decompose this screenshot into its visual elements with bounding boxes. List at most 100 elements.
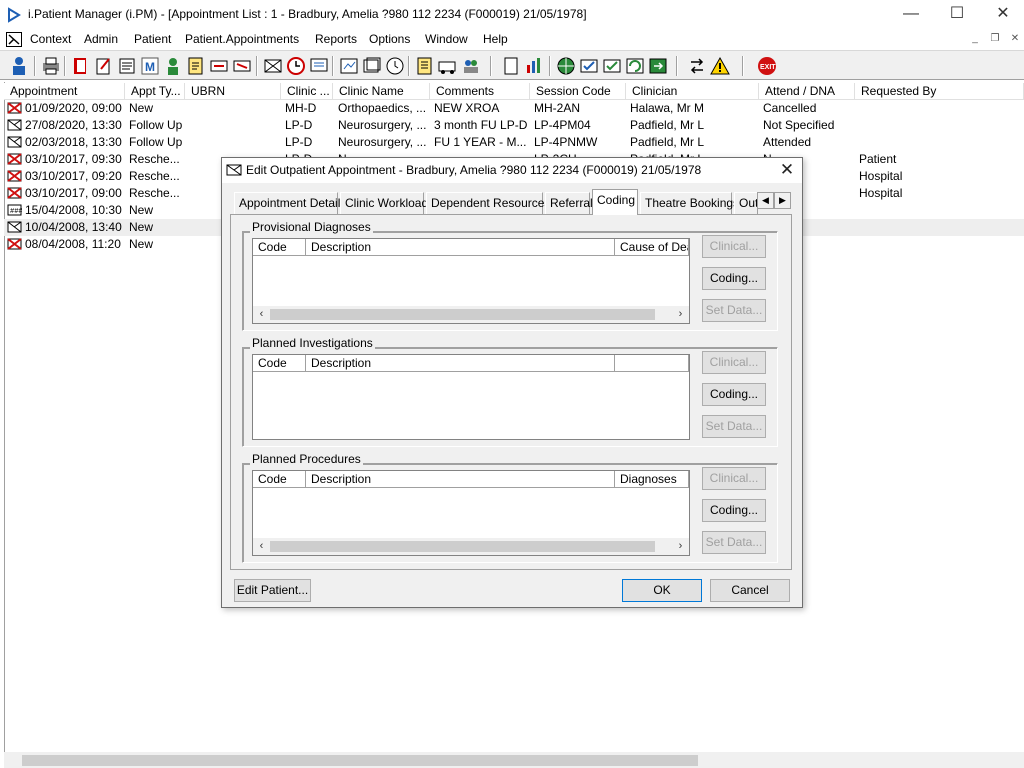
swap-icon[interactable] <box>686 55 708 77</box>
column-ubrn[interactable]: UBRN <box>185 83 281 100</box>
tab-appointment-details[interactable]: Appointment Details <box>234 192 346 214</box>
procedures-scrollbar[interactable]: ‹ › <box>253 538 689 555</box>
column-appointment[interactable]: Appointment <box>4 83 125 100</box>
investigations-set-data-button[interactable]: Set Data... <box>702 415 766 438</box>
grid-column-description[interactable]: Description <box>306 471 615 488</box>
scrollbar-thumb[interactable] <box>270 309 655 320</box>
column-session-code[interactable]: Session Code <box>530 83 626 100</box>
tab-scroll-left-icon[interactable]: ◀ <box>757 192 774 209</box>
table-row[interactable]: 02/03/2018, 13:30 Follow Up LP-D Neurosurge… <box>4 134 1024 151</box>
mdi-restore-button[interactable]: ❐ <box>986 32 1004 46</box>
team-icon[interactable] <box>460 55 482 77</box>
diagnoses-clinical-button[interactable]: Clinical... <box>702 235 766 258</box>
close-window-button[interactable]: ✕ <box>980 0 1024 30</box>
column-attend-dna[interactable]: Attend / DNA <box>759 83 855 100</box>
menu-help[interactable]: Help <box>483 32 508 46</box>
menu-context[interactable]: Context <box>30 32 71 46</box>
grid-column-code[interactable]: Code <box>253 471 306 488</box>
tab-scroll-right-icon[interactable]: ▶ <box>774 192 791 209</box>
scrollbar-thumb[interactable] <box>22 755 698 766</box>
bar-chart-icon[interactable] <box>523 55 545 77</box>
menu-patient-appointments[interactable]: Patient.Appointments <box>185 32 299 46</box>
blank-page-icon[interactable] <box>500 55 522 77</box>
letters-icon[interactable] <box>361 55 383 77</box>
grid-column-description[interactable]: Description <box>306 239 615 256</box>
table-row[interactable]: 01/09/2020, 09:00 New MH-D Orthopaedics, ..… <box>4 100 1024 117</box>
grid-column-extra[interactable] <box>615 355 689 372</box>
planned-procedures-grid[interactable]: Code Description Diagnoses ‹ › <box>252 470 690 556</box>
edit-patient-button[interactable]: Edit Patient... <box>234 579 311 602</box>
edit-document-icon[interactable] <box>93 55 115 77</box>
notes-icon[interactable] <box>185 55 207 77</box>
tab-referral[interactable]: Referral <box>545 192 593 214</box>
list-horizontal-scrollbar[interactable] <box>4 752 1024 768</box>
cancel-button[interactable]: Cancel <box>710 579 790 602</box>
checklist-icon[interactable] <box>578 55 600 77</box>
ambulance-icon[interactable] <box>437 55 459 77</box>
approve-icon[interactable] <box>601 55 623 77</box>
report-icon[interactable] <box>338 55 360 77</box>
diagnoses-scrollbar[interactable]: ‹ › <box>253 306 689 323</box>
diagnoses-set-data-button[interactable]: Set Data... <box>702 299 766 322</box>
procedures-clinical-button[interactable]: Clinical... <box>702 467 766 490</box>
cancel-appointment-icon[interactable] <box>262 55 284 77</box>
doctor-icon[interactable] <box>162 55 184 77</box>
document-list-icon[interactable] <box>116 55 138 77</box>
grid-column-description[interactable]: Description <box>306 355 615 372</box>
flag-icon[interactable] <box>231 55 253 77</box>
scrollbar-thumb[interactable] <box>270 541 655 552</box>
warning-icon[interactable] <box>709 55 731 77</box>
planned-investigations-grid[interactable]: Code Description <box>252 354 690 440</box>
tab-dependent-resources[interactable]: Dependent Resources <box>426 192 550 214</box>
column-clinician[interactable]: Clinician <box>626 83 759 100</box>
tab-clinic-workload[interactable]: Clinic Workload <box>340 192 428 214</box>
table-row[interactable]: 27/08/2020, 13:30 Follow Up LP-D Neurosurge… <box>4 117 1024 134</box>
procedures-set-data-button[interactable]: Set Data... <box>702 531 766 554</box>
diagnoses-coding-button[interactable]: Coding... <box>702 267 766 290</box>
mdi-minimize-button[interactable]: _ <box>966 32 984 46</box>
tab-coding[interactable]: Coding <box>592 189 638 215</box>
grid-column-cause-of-death[interactable]: Cause of Deat <box>615 239 689 256</box>
column-appt-type[interactable]: Appt Ty... <box>125 83 185 100</box>
scroll-left-icon[interactable]: ‹ <box>253 538 270 555</box>
scroll-right-icon[interactable]: › <box>672 538 689 555</box>
scroll-left-icon[interactable]: ‹ <box>253 306 270 323</box>
investigations-coding-button[interactable]: Coding... <box>702 383 766 406</box>
refresh-green-icon[interactable] <box>624 55 646 77</box>
minimize-button[interactable]: — <box>888 0 934 30</box>
history-icon[interactable] <box>384 55 406 77</box>
menu-admin[interactable]: Admin <box>84 32 118 46</box>
grid-column-code[interactable]: Code <box>253 355 306 372</box>
transfer-icon[interactable] <box>208 55 230 77</box>
print-icon[interactable] <box>40 55 62 77</box>
sync-icon[interactable] <box>647 55 669 77</box>
menu-reports[interactable]: Reports <box>315 32 357 46</box>
procedures-coding-button[interactable]: Coding... <box>702 499 766 522</box>
menu-options[interactable]: Options <box>369 32 410 46</box>
grid-column-code[interactable]: Code <box>253 239 306 256</box>
provisional-diagnoses-grid[interactable]: Code Description Cause of Deat ‹ › <box>252 238 690 324</box>
column-requested-by[interactable]: Requested By <box>855 83 1024 100</box>
tab-theatre-bookings[interactable]: Theatre Bookings <box>640 192 739 214</box>
exit-icon[interactable]: EXIT <box>756 55 778 77</box>
child-window-icon[interactable] <box>6 32 22 47</box>
column-clinic[interactable]: Clinic ... <box>281 83 333 100</box>
book-icon[interactable] <box>70 55 92 77</box>
investigations-clinical-button[interactable]: Clinical... <box>702 351 766 374</box>
scroll-right-icon[interactable]: › <box>672 306 689 323</box>
dialog-close-button[interactable]: ✕ <box>774 159 800 181</box>
grid-column-diagnoses[interactable]: Diagnoses <box>615 471 689 488</box>
maximize-button[interactable]: ☐ <box>934 0 980 30</box>
ok-button[interactable]: OK <box>622 579 702 602</box>
menu-patient[interactable]: Patient <box>134 32 171 46</box>
patient-icon[interactable] <box>8 55 30 77</box>
mdi-close-button[interactable]: ✕ <box>1006 32 1024 46</box>
tab-outcome[interactable]: Out <box>734 192 758 214</box>
column-comments[interactable]: Comments <box>430 83 530 100</box>
menu-window[interactable]: Window <box>425 32 468 46</box>
column-clinic-name[interactable]: Clinic Name <box>333 83 430 100</box>
letter-m-icon[interactable]: M <box>139 55 161 77</box>
list-icon[interactable] <box>414 55 436 77</box>
globe-icon[interactable] <box>555 55 577 77</box>
screen-icon[interactable] <box>308 55 330 77</box>
